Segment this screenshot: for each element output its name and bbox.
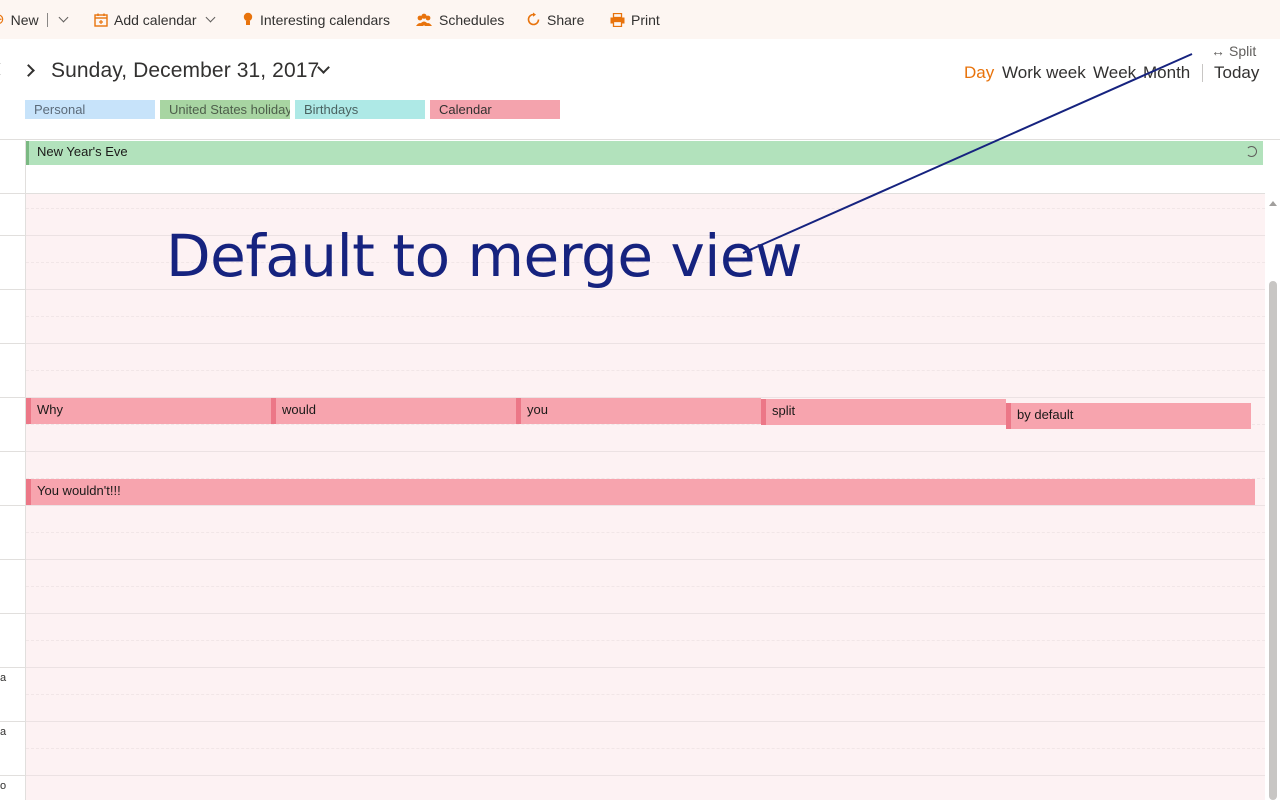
- calendar-app: ⊕ New Add calendar Interesting calendars…: [0, 0, 1280, 800]
- annotation-text: Default to merge view: [166, 222, 803, 290]
- annotation-pointer-line: [742, 53, 1193, 254]
